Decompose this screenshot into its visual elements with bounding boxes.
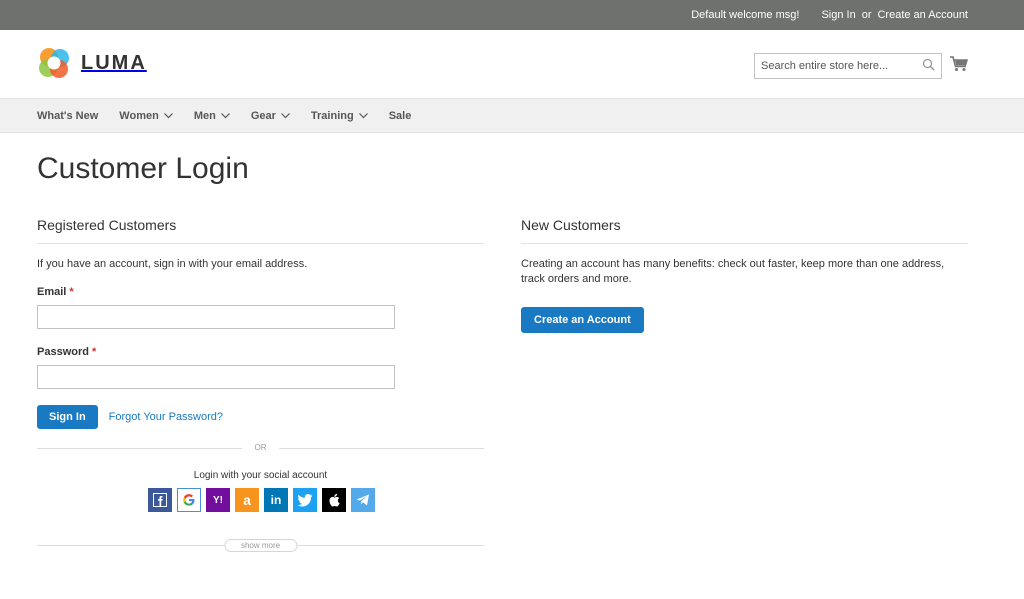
nav-label: Women <box>119 109 159 122</box>
divider-line <box>37 448 242 449</box>
password-label-text: Password <box>37 346 89 358</box>
create-account-button[interactable]: Create an Account <box>521 307 644 333</box>
new-customers-title: New Customers <box>521 217 968 244</box>
chevron-down-icon <box>280 110 290 122</box>
email-field[interactable] <box>37 305 395 329</box>
login-intro-text: If you have an account, sign in with you… <box>37 258 308 270</box>
email-label-text: Email <box>37 286 67 298</box>
main-nav: What's New Women Men Gear Training Sale <box>0 98 1024 133</box>
nav-label: Training <box>310 109 354 122</box>
search-input[interactable] <box>761 60 911 72</box>
telegram-icon[interactable] <box>351 488 375 512</box>
show-more-divider: show more <box>37 539 484 553</box>
password-field[interactable] <box>37 365 395 389</box>
email-input[interactable] <box>38 306 394 328</box>
sign-in-button[interactable]: Sign In <box>37 405 98 429</box>
registered-customers-block: Registered Customers If you have an acco… <box>37 217 484 553</box>
yahoo-icon[interactable]: Y! <box>206 488 230 512</box>
chevron-down-icon <box>163 110 173 122</box>
email-label: Email * <box>37 286 484 298</box>
amazon-icon[interactable]: a <box>235 488 259 512</box>
nav-item-gear[interactable]: Gear <box>251 110 290 122</box>
top-bar: Default welcome msg! Sign In or Create a… <box>0 0 1024 30</box>
top-create-account-link[interactable]: Create an Account <box>877 9 968 21</box>
search-icon[interactable] <box>922 58 935 74</box>
top-or-text: or <box>861 9 872 21</box>
forgot-password-link[interactable]: Forgot Your Password? <box>109 411 223 423</box>
show-more-button[interactable]: show more <box>223 539 298 552</box>
welcome-message: Default welcome msg! <box>691 9 800 21</box>
nav-item-men[interactable]: Men <box>194 110 230 122</box>
minicart-icon[interactable] <box>950 56 969 75</box>
nav-item-whats-new[interactable]: What's New <box>37 110 98 122</box>
divider-line <box>279 448 484 449</box>
login-actions: Sign In Forgot Your Password? <box>37 405 484 429</box>
nav-item-sale[interactable]: Sale <box>389 110 412 122</box>
nav-label: What's New <box>37 109 99 122</box>
page-title: Customer Login <box>37 152 249 185</box>
social-buttons: Y! a in <box>37 488 484 512</box>
logo-text: LUMA <box>81 51 147 74</box>
google-icon[interactable] <box>177 488 201 512</box>
logo[interactable]: LUMA <box>37 46 147 80</box>
nav-label: Gear <box>250 109 276 122</box>
required-mark: * <box>91 346 97 358</box>
nav-item-women[interactable]: Women <box>119 110 173 122</box>
facebook-icon[interactable] <box>148 488 172 512</box>
or-text: OR <box>254 443 267 452</box>
nav-label: Men <box>193 109 216 122</box>
chevron-down-icon <box>220 110 230 122</box>
chevron-down-icon <box>358 110 368 122</box>
new-customers-intro: Creating an account has many benefits: c… <box>521 258 945 285</box>
new-customers-block: New Customers Creating an account has ma… <box>521 217 968 333</box>
linkedin-icon[interactable]: in <box>264 488 288 512</box>
nav-item-training[interactable]: Training <box>311 110 368 122</box>
password-input[interactable] <box>38 366 394 388</box>
or-divider: OR <box>37 443 484 455</box>
nav-label: Sale <box>388 109 412 122</box>
required-mark: * <box>69 286 74 298</box>
social-login-title: Login with your social account <box>193 470 328 481</box>
luma-logo-icon <box>37 46 71 80</box>
registered-customers-title: Registered Customers <box>37 217 484 244</box>
search-box[interactable] <box>754 53 942 79</box>
top-sign-in-link[interactable]: Sign In <box>821 9 855 21</box>
twitter-icon[interactable] <box>293 488 317 512</box>
password-label: Password * <box>37 346 484 358</box>
header: LUMA <box>0 30 1024 98</box>
apple-icon[interactable] <box>322 488 346 512</box>
